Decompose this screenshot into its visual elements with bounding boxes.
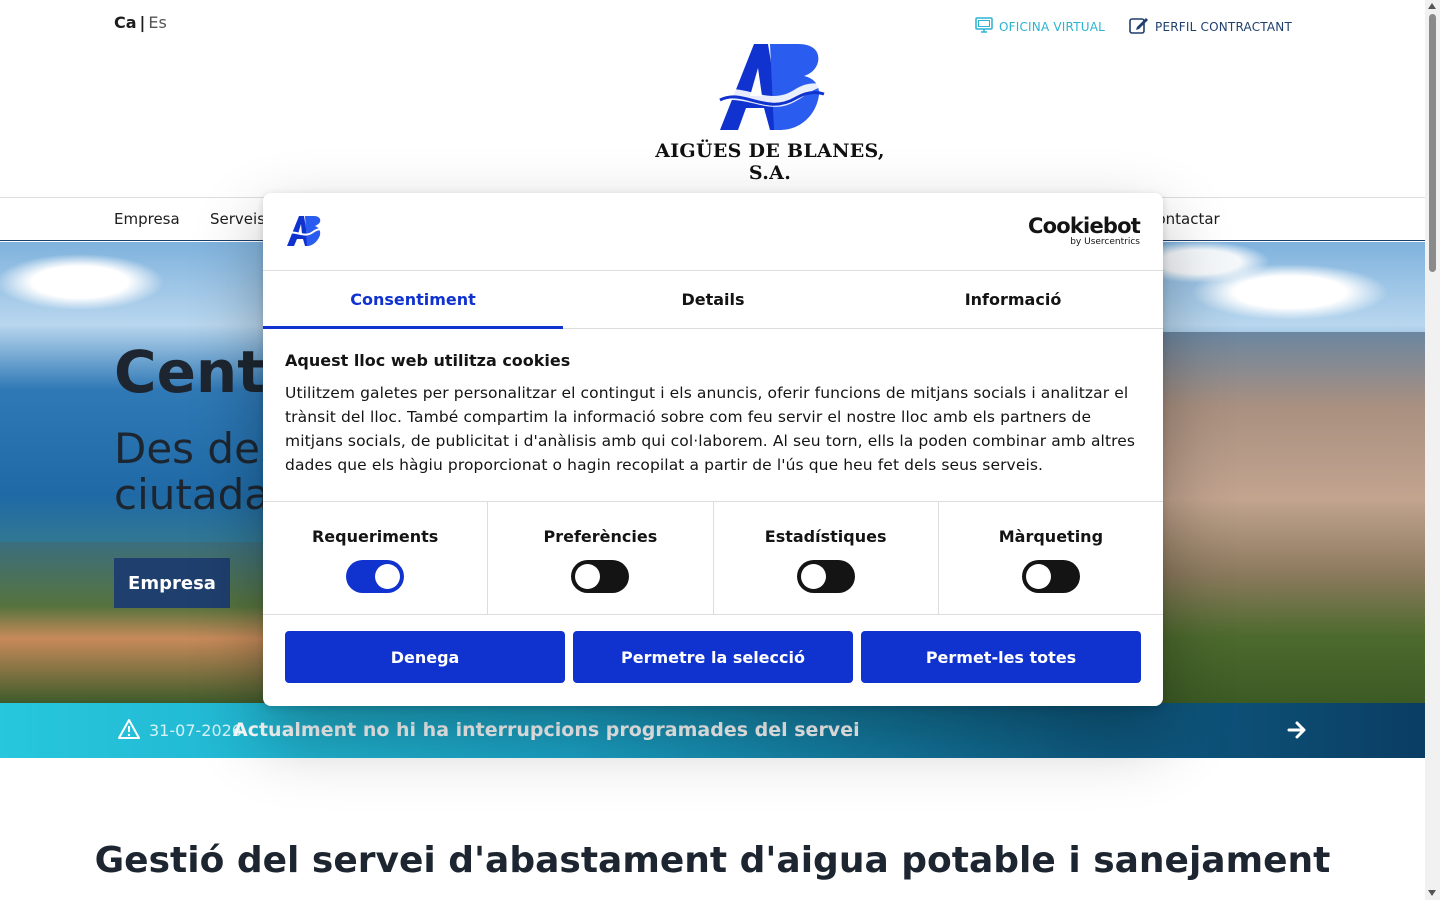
scroll-down-icon[interactable] [1428, 890, 1436, 896]
alert-text: Actualment no hi ha interrupcions progra… [233, 719, 860, 741]
monitor-icon [975, 17, 993, 36]
hero-city [1155, 332, 1425, 703]
top-links: OFICINA VIRTUAL PERFIL CONTRACTANT [975, 16, 1292, 37]
dialog-site-logo [285, 213, 323, 251]
cookiebot-brand[interactable]: Cookiebot by Usercentrics [1028, 214, 1141, 247]
arrow-right-icon[interactable] [1286, 719, 1308, 745]
lang-ca[interactable]: Ca [114, 13, 137, 32]
toggle-cell-estadistiques: Estadístiques [714, 502, 939, 614]
toggle-marqueting[interactable] [1021, 560, 1080, 593]
page: Ca | Es OFICINA VIRTUAL PERFIL CONTRACTANT… [0, 0, 1440, 900]
page-scrollbar[interactable] [1425, 0, 1440, 900]
toggle-cell-marqueting: Màrqueting [939, 502, 1163, 614]
warning-icon [117, 718, 141, 744]
toggle-cell-requeriments: Requeriments [263, 502, 489, 614]
dialog-buttons: Denega Permetre la selecció Permet-les t… [285, 631, 1141, 683]
toggle-cell-preferencies: Preferències [488, 502, 714, 614]
toggle-label-estadistiques: Estadístiques [764, 527, 887, 546]
edit-icon [1129, 16, 1149, 37]
lang-es[interactable]: Es [148, 13, 166, 32]
dialog-tabs: Consentiment Details Informació [263, 271, 1163, 329]
toggle-estadistiques[interactable] [796, 560, 855, 593]
tab-details[interactable]: Details [563, 271, 863, 328]
allow-selection-button[interactable]: Permetre la selecció [573, 631, 853, 683]
site-logo[interactable]: AIGÜES DE BLANES, S.A. [650, 38, 890, 184]
dialog-description: Utilitzem galetes per personalitzar el c… [285, 384, 1136, 474]
scrollbar-thumb[interactable] [1429, 14, 1436, 272]
toggle-label-marqueting: Màrqueting [998, 527, 1104, 546]
oficina-virtual-label: OFICINA VIRTUAL [998, 19, 1106, 34]
toggle-preferencies[interactable] [571, 560, 630, 593]
logo-mark [714, 44, 826, 130]
toggle-label-preferencies: Preferències [543, 527, 658, 546]
dialog-header: Cookiebot by Usercentrics [263, 193, 1163, 271]
deny-button[interactable]: Denega [285, 631, 565, 683]
scroll-up-icon[interactable] [1428, 3, 1436, 9]
oficina-virtual-link[interactable]: OFICINA VIRTUAL [975, 16, 1105, 37]
perfil-contractant-link[interactable]: PERFIL CONTRACTANT [1129, 16, 1292, 37]
hero-empresa-button[interactable]: Empresa [114, 558, 230, 608]
toggle-label-requeriments: Requeriments [311, 527, 439, 546]
dialog-title: Aquest lloc web utilitza cookies [285, 351, 571, 370]
toggle-requeriments[interactable] [346, 560, 405, 593]
dialog-body: Aquest lloc web utilitza cookies Utilitz… [285, 351, 1143, 477]
main-heading: Gestió del servei d'abastament d'aigua p… [94, 840, 1331, 881]
tab-informacio[interactable]: Informació [863, 271, 1163, 328]
consent-toggles: Requeriments Preferències Estadístiques … [263, 501, 1163, 615]
allow-all-button[interactable]: Permet-les totes [861, 631, 1141, 683]
nav-item-serveis[interactable]: Serveis [210, 210, 265, 228]
cookiebot-name: Cookiebot [1028, 214, 1141, 238]
tab-consentiment[interactable]: Consentiment [263, 271, 563, 329]
cookie-consent-dialog: Cookiebot by Usercentrics Consentiment D… [263, 193, 1163, 706]
service-alert[interactable]: 31-07-2026 Actualment no hi ha interrupc… [0, 703, 1425, 758]
cookiebot-by: by Usercentrics [1070, 237, 1140, 247]
alert-date: 31-07-2026 [149, 721, 242, 740]
lang-separator: | [139, 13, 146, 32]
language-switch: Ca | Es [114, 13, 167, 32]
nav-item-empresa[interactable]: Empresa [114, 210, 180, 228]
perfil-contractant-label: PERFIL CONTRACTANT [1155, 19, 1292, 34]
logo-text: AIGÜES DE BLANES, S.A. [655, 140, 885, 184]
